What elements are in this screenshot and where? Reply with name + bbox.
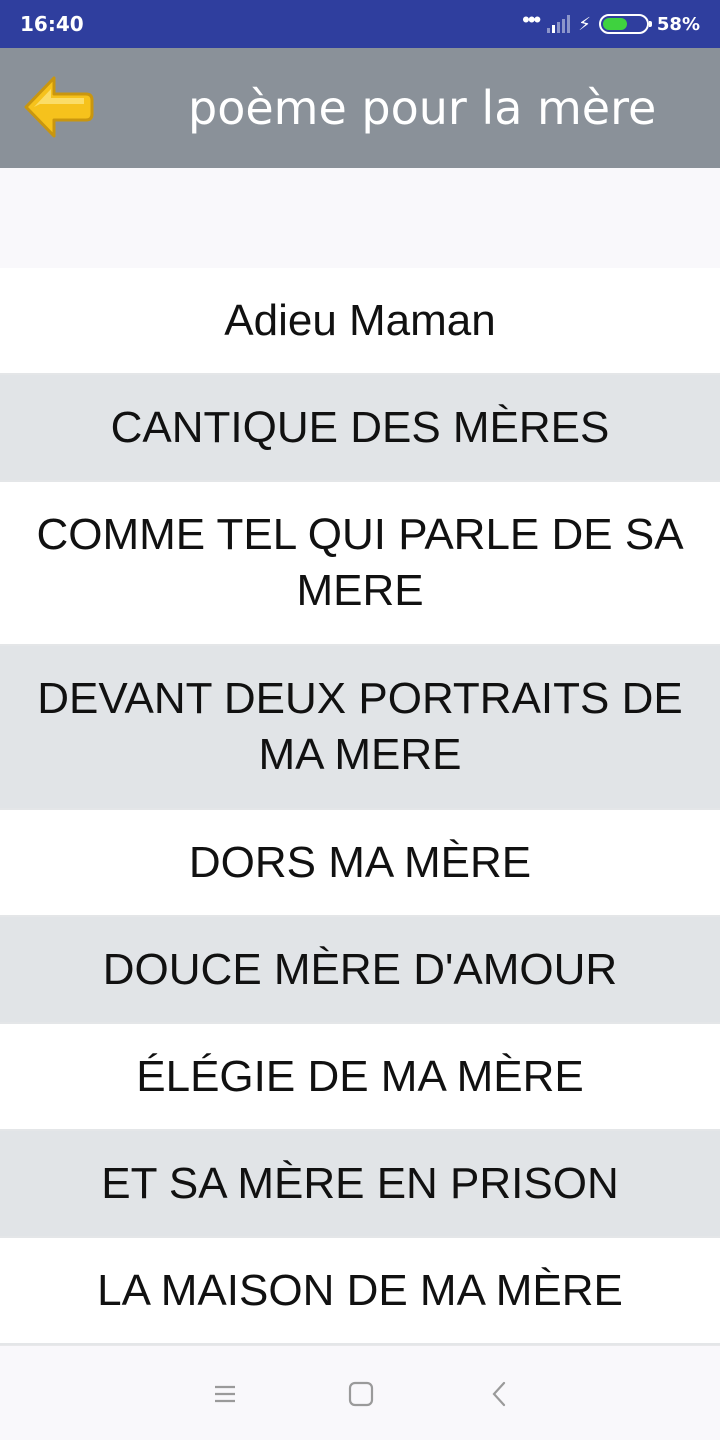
menu-icon	[215, 1385, 235, 1403]
system-back-button[interactable]	[485, 1379, 515, 1409]
more-dots-icon: •••	[522, 7, 541, 32]
poem-item[interactable]: Adieu Maman	[0, 268, 720, 375]
back-arrow-icon	[24, 76, 94, 138]
poem-item[interactable]: LA MAISON DE MA MÈRE	[0, 1238, 720, 1345]
system-nav-bar	[0, 1345, 720, 1440]
poem-item[interactable]: DEVANT DEUX PORTRAITS DE MA MERE	[0, 646, 720, 810]
home-button[interactable]	[346, 1379, 376, 1409]
status-bar: 16:40 ••• ⚡ 58%	[0, 0, 720, 48]
menu-button[interactable]	[210, 1379, 240, 1409]
charging-bolt-icon: ⚡	[578, 13, 591, 34]
poem-item[interactable]: COMME TEL QUI PARLE DE SA MERE	[0, 482, 720, 646]
poem-item[interactable]: ET SA MÈRE EN PRISON	[0, 1131, 720, 1238]
header-spacer	[0, 168, 720, 268]
page-title: poème pour la mère	[188, 81, 657, 135]
status-icons: ••• ⚡ 58%	[522, 9, 700, 35]
toolbar: poème pour la mère	[0, 48, 720, 168]
signal-icon	[547, 15, 571, 33]
home-icon	[348, 1381, 374, 1407]
poem-list: Adieu Maman CANTIQUE DES MÈRES COMME TEL…	[0, 268, 720, 1345]
poem-item[interactable]: ÉLÉGIE DE MA MÈRE	[0, 1024, 720, 1131]
back-button[interactable]	[20, 72, 96, 142]
poem-item[interactable]: CANTIQUE DES MÈRES	[0, 375, 720, 482]
poem-item[interactable]: DOUCE MÈRE D'AMOUR	[0, 917, 720, 1024]
battery-icon	[598, 14, 652, 34]
poem-item[interactable]: DORS MA MÈRE	[0, 810, 720, 917]
battery-percent: 58%	[656, 13, 700, 35]
back-icon	[492, 1381, 506, 1407]
status-time: 16:40	[20, 12, 84, 36]
